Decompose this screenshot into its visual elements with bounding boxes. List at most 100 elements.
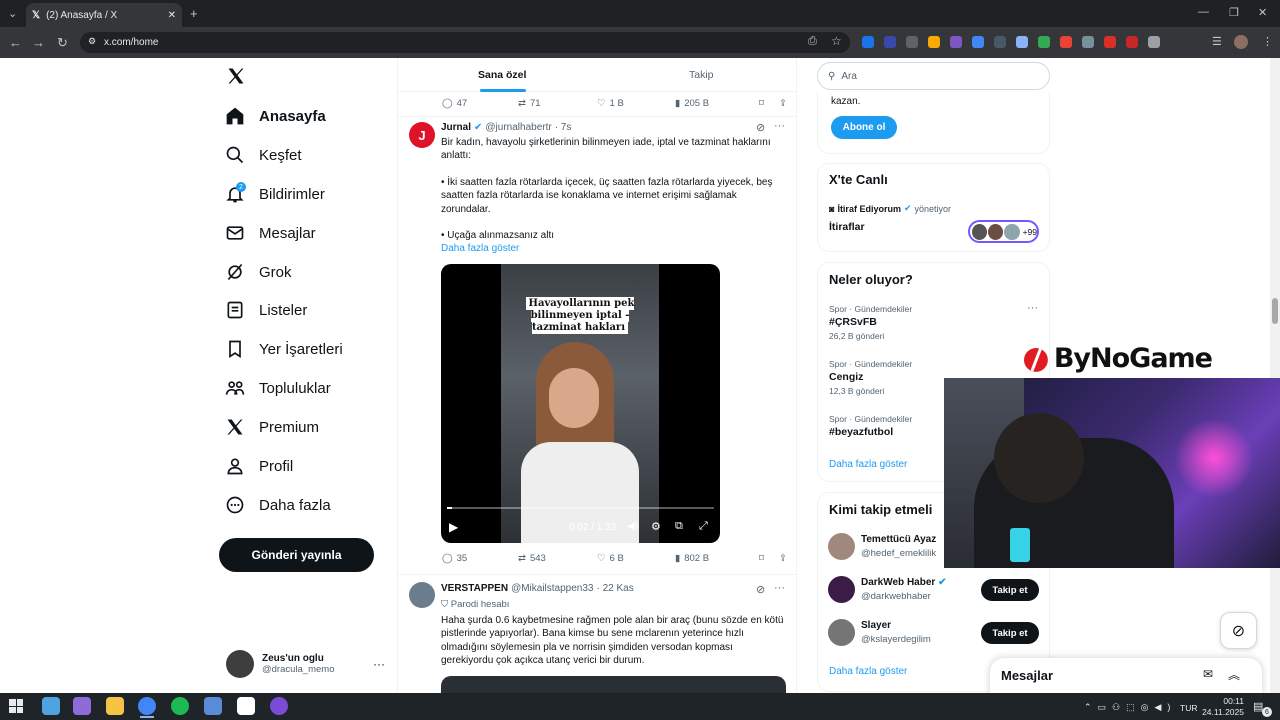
reload-icon[interactable]: ↻ xyxy=(57,35,68,51)
reply-button[interactable]: ◯ 35 xyxy=(442,553,518,564)
file-explorer-icon[interactable] xyxy=(106,697,124,715)
play-icon[interactable]: ▶ xyxy=(449,520,458,534)
extension-icon[interactable] xyxy=(1104,36,1116,48)
nav-item-bookmarks[interactable]: Yer İşaretleri xyxy=(225,337,343,361)
author-handle[interactable]: @jurnalhabertr xyxy=(485,122,551,133)
follow-button[interactable]: Takip et xyxy=(981,579,1039,601)
post-button[interactable]: Gönderi yayınla xyxy=(219,538,374,572)
tweet-time[interactable]: · 7s xyxy=(555,122,572,133)
nav-item-more[interactable]: Daha fazla xyxy=(225,493,331,517)
reply-button[interactable]: ◯ 47 xyxy=(442,98,518,109)
forward-icon[interactable]: → xyxy=(32,35,45,50)
more-dots-icon[interactable]: ··· xyxy=(774,582,785,594)
repost-button[interactable]: ⇄ 71 xyxy=(518,98,597,109)
tab-close-icon[interactable]: ✕ xyxy=(168,10,176,21)
tweet-time[interactable]: · 22 Kas xyxy=(596,583,633,594)
nav-item-messages[interactable]: Mesajlar xyxy=(225,221,316,245)
account-switcher[interactable]: Zeus'un oglu @dracula_memo ··· xyxy=(220,645,385,683)
reading-list-icon[interactable]: ☰ xyxy=(1212,35,1222,48)
taskbar-app-icon[interactable] xyxy=(204,697,222,715)
windows-start-icon[interactable] xyxy=(9,699,23,713)
scrollbar-thumb[interactable] xyxy=(1272,298,1278,324)
search-input[interactable]: ⚲ Ara xyxy=(817,62,1050,90)
show-more-link[interactable]: Daha fazla göster xyxy=(441,242,519,255)
scrollbar[interactable] xyxy=(1270,58,1280,693)
like-button[interactable]: ♡ 1 B xyxy=(597,98,675,109)
copilot-icon[interactable] xyxy=(73,697,91,715)
follow-button[interactable]: Takip et xyxy=(981,622,1039,644)
extension-icon[interactable] xyxy=(1126,36,1138,48)
nav-item-communities[interactable]: Topluluklar xyxy=(225,376,331,400)
tab-following[interactable]: Takip xyxy=(689,69,714,81)
compose-message-icon[interactable]: ✉ xyxy=(1203,667,1213,681)
more-dots-icon[interactable]: ··· xyxy=(774,120,785,132)
more-dots-icon[interactable]: ··· xyxy=(1027,302,1038,314)
nav-item-premium[interactable]: Premium xyxy=(225,415,319,439)
spotify-icon[interactable] xyxy=(171,697,189,715)
views-button[interactable]: ▮ 205 B xyxy=(675,98,759,109)
chrome-icon[interactable] xyxy=(138,697,156,715)
expand-icon[interactable]: ︽ xyxy=(1228,666,1240,683)
author-avatar[interactable] xyxy=(409,582,435,608)
extension-icon[interactable] xyxy=(884,36,896,48)
tab-for-you[interactable]: Sana özel xyxy=(478,69,526,81)
back-icon[interactable]: ← xyxy=(9,35,22,50)
extension-icon[interactable] xyxy=(1082,36,1094,48)
pip-icon[interactable]: ⧉ xyxy=(675,520,683,533)
extension-icon[interactable] xyxy=(906,36,918,48)
taskbar-app-icon[interactable] xyxy=(270,697,288,715)
puzzle-icon[interactable] xyxy=(1148,36,1160,48)
system-tray-icons[interactable]: ⌃▭⚇⬚◎◀) xyxy=(1084,702,1176,713)
grok-floating-button[interactable]: ⊘ xyxy=(1220,612,1257,649)
host-name[interactable]: İtiraf Ediyorum xyxy=(837,204,901,214)
author-avatar[interactable]: J xyxy=(409,122,435,148)
taskbar-app-icon[interactable] xyxy=(237,697,255,715)
browser-profile-avatar[interactable] xyxy=(1234,35,1248,49)
listener-avatars[interactable]: +99 xyxy=(968,220,1039,243)
share-icon[interactable]: ⇪ xyxy=(779,553,787,564)
grok-icon[interactable]: ⊘ xyxy=(756,583,765,596)
nav-item-lists[interactable]: Listeler xyxy=(225,298,307,322)
nav-item-grok[interactable]: Grok xyxy=(225,260,292,284)
fullscreen-icon[interactable]: ⤢ xyxy=(699,520,708,533)
share-icon[interactable]: ⇪ xyxy=(779,98,787,109)
settings-icon[interactable]: ⚙ xyxy=(651,520,661,533)
tab-search-icon[interactable]: ⌄ xyxy=(8,7,17,20)
repost-button[interactable]: ⇄ 543 xyxy=(518,553,597,564)
extension-icon[interactable] xyxy=(1060,36,1072,48)
nav-item-home[interactable]: Anasayfa xyxy=(225,104,326,128)
maximize-icon[interactable]: ❐ xyxy=(1229,6,1239,19)
browser-tab[interactable]: 𝕏 (2) Anasayfa / X ✕ xyxy=(26,3,182,27)
window-close-icon[interactable]: ✕ xyxy=(1258,6,1267,19)
space-title[interactable]: İtiraflar xyxy=(829,221,865,233)
like-button[interactable]: ♡ 6 B xyxy=(597,553,675,564)
video-progress-track[interactable] xyxy=(447,507,714,509)
extension-icon[interactable] xyxy=(950,36,962,48)
bookmark-star-icon[interactable]: ☆ xyxy=(831,34,842,48)
clock[interactable]: 00:11 24.11.2025 xyxy=(1200,696,1244,718)
subscribe-button[interactable]: Abone ol xyxy=(831,116,897,139)
extension-icon[interactable] xyxy=(1038,36,1050,48)
bookmark-icon[interactable]: ⌑ xyxy=(759,553,779,564)
author-name[interactable]: Jurnal xyxy=(441,122,471,133)
site-info-icon[interactable]: ⚙ xyxy=(88,36,96,47)
address-bar[interactable]: ⚙ x.com/home xyxy=(80,32,850,53)
grok-icon[interactable]: ⊘ xyxy=(756,121,765,134)
views-button[interactable]: ▮ 802 B xyxy=(675,553,759,564)
trends-show-more[interactable]: Daha fazla göster xyxy=(829,459,907,470)
video-player[interactable]: Havayollarının pek bilinmeyen iptal - ta… xyxy=(441,264,720,543)
trend-item[interactable]: Spor · Gündemdekiler #ÇRSvFB 26,2 B gönd… xyxy=(829,304,1039,341)
taskbar-app-icon[interactable] xyxy=(42,697,60,715)
author-name[interactable]: VERSTAPPEN xyxy=(441,583,508,594)
follow-suggestion[interactable]: Slayer @kslayerdegilim Takip et xyxy=(828,619,1043,649)
messages-drawer[interactable]: Mesajlar ✉ ︽ xyxy=(990,658,1262,694)
x-logo-icon[interactable] xyxy=(226,66,246,91)
install-app-icon[interactable]: ⎙ xyxy=(808,35,817,48)
minimize-icon[interactable]: — xyxy=(1198,6,1209,18)
extension-icon[interactable] xyxy=(1016,36,1028,48)
language-indicator[interactable]: TUR xyxy=(1180,703,1197,713)
author-handle[interactable]: @Mikailstappen33 xyxy=(511,583,593,594)
wtf-show-more[interactable]: Daha fazla göster xyxy=(829,666,907,677)
browser-menu-icon[interactable]: ⋮ xyxy=(1262,35,1273,48)
bookmark-icon[interactable]: ⌑ xyxy=(759,98,779,109)
